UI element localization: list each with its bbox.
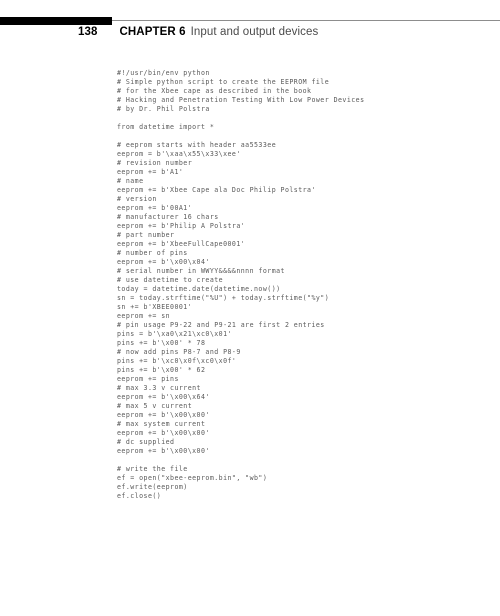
chapter-label: CHAPTER 6	[119, 26, 186, 38]
code-line: eeprom += b'A1'	[117, 168, 184, 176]
code-line: pins += b'\x00' * 78	[117, 339, 206, 347]
header-black-block	[0, 17, 112, 25]
code-line: # part number	[117, 231, 175, 239]
code-line: # max 3.3 v current	[117, 384, 201, 392]
code-line: # number of pins	[117, 249, 188, 257]
code-line: # Hacking and Penetration Testing With L…	[117, 96, 365, 104]
code-line: eeprom += b'Philip A Polstra'	[117, 222, 246, 230]
code-line: # version	[117, 195, 157, 203]
code-line: # dc supplied	[117, 438, 175, 446]
code-line: # use datetime to create	[117, 276, 224, 284]
code-line: # eeprom starts with header aa5533ee	[117, 141, 277, 149]
code-line: # now add pins P8-7 and P8-9	[117, 348, 241, 356]
page-number: 138	[78, 26, 98, 38]
code-line: # by Dr. Phil Polstra	[117, 105, 210, 113]
code-line: # name	[117, 177, 144, 185]
code-line: today = datetime.date(datetime.now())	[117, 285, 281, 293]
code-line: # manufacturer 16 chars	[117, 213, 219, 221]
code-line: ef = open("xbee-eeprom.bin", "wb")	[117, 474, 268, 482]
code-line: eeprom += b'00A1'	[117, 204, 193, 212]
code-line: pins += b'\xc0\x0f\xc0\x0f'	[117, 357, 237, 365]
code-line: ef.write(eeprom)	[117, 483, 188, 491]
code-line: eeprom += b'\x00\x00'	[117, 429, 210, 437]
code-line: # max system current	[117, 420, 206, 428]
code-line: pins += b'\x00' * 62	[117, 366, 206, 374]
code-line: sn = today.strftime("%U") + today.strfti…	[117, 294, 330, 302]
code-line: # serial number in WWYY&&&&nnnn format	[117, 267, 285, 275]
code-line: # pin usage P9-22 and P9-21 are first 2 …	[117, 321, 325, 329]
code-listing: #!/usr/bin/env python # Simple python scr…	[117, 69, 447, 501]
code-line: eeprom += b'\x00\x00'	[117, 411, 210, 419]
chapter-title: Input and output devices	[190, 26, 319, 38]
code-line: # Simple python script to create the EEP…	[117, 78, 330, 86]
code-line: # for the Xbee cape as described in the …	[117, 87, 312, 95]
code-line: eeprom += b'\x00\x04'	[117, 258, 210, 266]
running-head: 138 CHAPTER 6 Input and output devices	[78, 26, 318, 38]
code-line: eeprom += b'\x00\x64'	[117, 393, 210, 401]
code-line: from datetime import *	[117, 123, 215, 131]
code-line: eeprom += b'Xbee Cape ala Doc Philip Pol…	[117, 186, 316, 194]
code-line: eeprom += b'\x00\x00'	[117, 447, 210, 455]
code-line: # max 5 v current	[117, 402, 193, 410]
code-line: #!/usr/bin/env python	[117, 69, 210, 77]
code-line: eeprom += b'XbeeFullCape0001'	[117, 240, 246, 248]
code-line: eeprom += pins	[117, 375, 179, 383]
code-line: ef.close()	[117, 492, 162, 500]
header-hairline	[112, 20, 500, 21]
code-line: eeprom = b'\xaa\x55\x33\xee'	[117, 150, 241, 158]
code-line: eeprom += sn	[117, 312, 171, 320]
code-line: pins = b'\xa0\x21\xc0\x01'	[117, 330, 232, 338]
book-page: 138 CHAPTER 6 Input and output devices #…	[0, 0, 500, 616]
code-line: # write the file	[117, 465, 188, 473]
code-line: # revision number	[117, 159, 193, 167]
code-line: sn += b'XBEE0001'	[117, 303, 193, 311]
running-head-rule	[0, 17, 500, 25]
